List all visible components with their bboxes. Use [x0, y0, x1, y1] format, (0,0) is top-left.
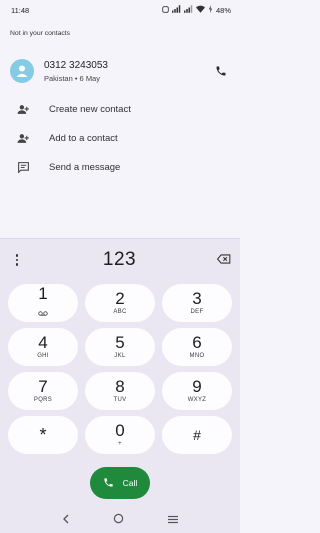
phone-icon [103, 477, 114, 490]
key-letters: MNO [189, 353, 205, 359]
key-letters: WXYZ [187, 397, 207, 403]
system-nav-bar [0, 506, 240, 533]
call-label: Call [122, 478, 138, 488]
key-digit: # [193, 427, 201, 443]
section-label: Not in your contacts [10, 30, 71, 37]
person-add-icon [16, 131, 30, 145]
dial-key-6[interactable]: 6 MNO [162, 328, 232, 366]
dial-key-2[interactable]: 2 ABC [85, 284, 155, 322]
key-letters: DEF [190, 309, 204, 315]
key-digit: 8 [115, 377, 125, 396]
key-letters: GHI [37, 353, 49, 359]
key-digit: 1 [38, 284, 48, 303]
dial-key-9[interactable]: 9 WXYZ [162, 372, 232, 410]
add-to-contact[interactable]: Add to a contact [16, 128, 118, 148]
wifi-icon [195, 5, 205, 15]
dial-key-0[interactable]: 0 + [85, 416, 155, 454]
contact-number: 0312 3243053 [44, 59, 108, 71]
send-message[interactable]: Send a message [16, 157, 120, 177]
status-icons: 48% [162, 5, 231, 15]
dial-key-7[interactable]: 7 PQRS [8, 372, 78, 410]
key-digit: * [39, 424, 47, 445]
sim2-signal-icon [183, 5, 193, 15]
status-bar: 11:48 48% [0, 0, 240, 20]
dial-key-star[interactable]: * [8, 416, 78, 454]
sim1-signal-icon [171, 5, 181, 15]
contact-info: 0312 3243053 Pakistan • 6 May [44, 60, 212, 83]
phone-icon[interactable] [212, 62, 230, 80]
avatar [10, 59, 34, 83]
battery-level: 48% [215, 5, 231, 15]
status-time: 11:48 [11, 5, 30, 15]
call-button[interactable]: Call [90, 467, 150, 499]
action-label: Add to a contact [49, 132, 118, 144]
dial-key-5[interactable]: 5 JKL [85, 328, 155, 366]
key-letters: PQRS [33, 397, 53, 403]
recents-icon[interactable] [167, 511, 179, 529]
dial-key-hash[interactable]: # [162, 416, 232, 454]
dial-key-4[interactable]: 4 GHI [8, 328, 78, 366]
back-icon[interactable] [61, 511, 71, 529]
backspace-icon[interactable] [216, 251, 231, 269]
message-icon [16, 160, 30, 174]
create-new-contact[interactable]: Create new contact [16, 99, 131, 119]
dialed-digits[interactable]: 123 [103, 249, 136, 271]
key-digit: 4 [38, 333, 48, 352]
home-icon[interactable] [113, 511, 124, 529]
dial-key-8[interactable]: 8 TUV [85, 372, 155, 410]
person-add-icon [16, 102, 30, 116]
dial-key-3[interactable]: 3 DEF [162, 284, 232, 322]
key-letters: ABC [113, 309, 127, 315]
contact-row[interactable]: 0312 3243053 Pakistan • 6 May [10, 57, 230, 85]
key-digit: 5 [115, 333, 125, 352]
person-icon [16, 65, 28, 77]
key-letters: + [118, 441, 122, 447]
dial-key-1[interactable]: 1 [8, 284, 78, 322]
digits-bar: 123 [0, 249, 240, 271]
more-options-icon[interactable] [12, 252, 22, 268]
voicemail-icon [38, 303, 48, 321]
key-digit: 2 [115, 289, 125, 308]
key-letters: JKL [114, 353, 126, 359]
key-digit: 3 [192, 289, 202, 308]
key-digit: 7 [38, 377, 48, 396]
key-digit: 6 [192, 333, 202, 352]
action-label: Create new contact [49, 103, 131, 115]
contact-subtitle: Pakistan • 6 May [44, 73, 100, 83]
key-digit: 0 [115, 421, 125, 440]
notification-icon [162, 5, 169, 15]
key-digit: 9 [192, 377, 202, 396]
key-letters: TUV [113, 397, 127, 403]
battery-icon [208, 5, 213, 15]
action-label: Send a message [49, 161, 121, 173]
